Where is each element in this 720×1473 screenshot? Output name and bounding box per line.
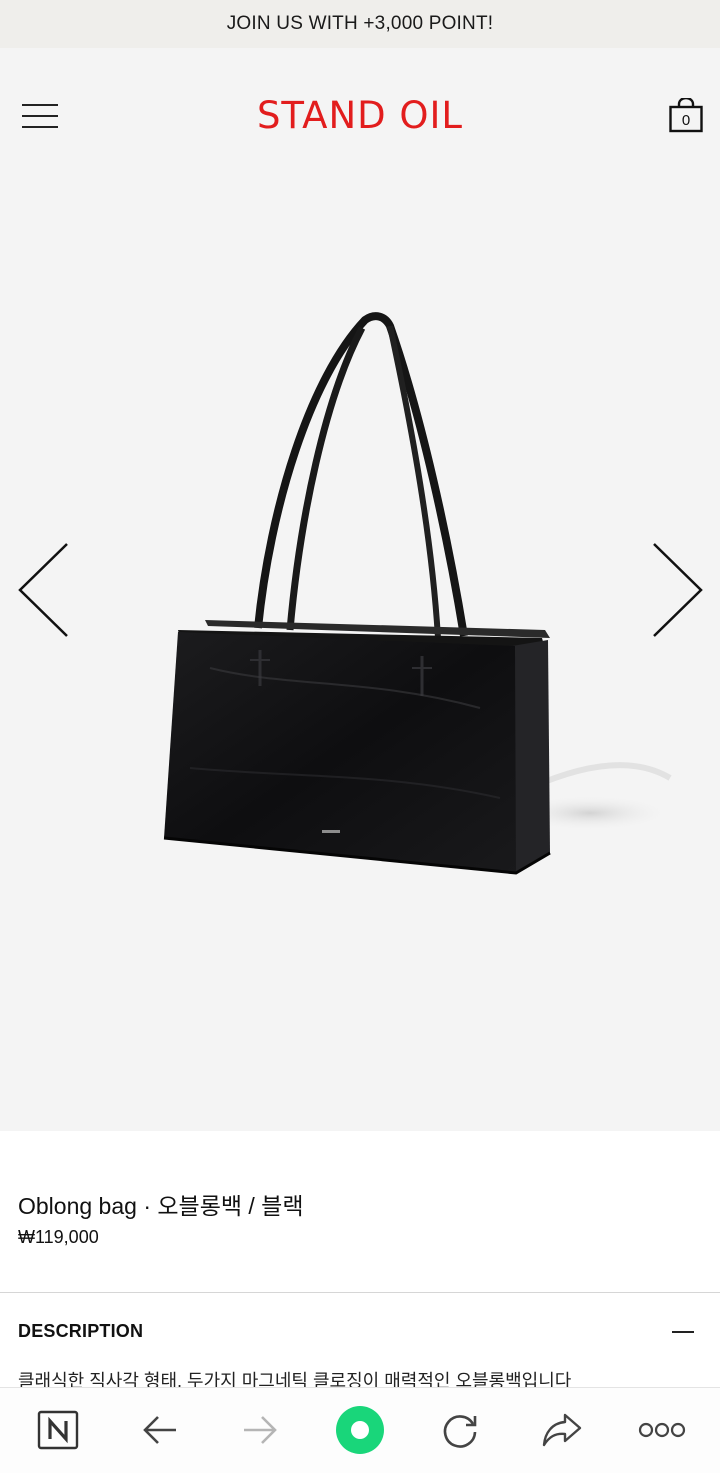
brand-logo[interactable]: STAND OIL xyxy=(0,94,720,137)
site-header: STAND OIL 0 xyxy=(0,48,720,188)
browser-toolbar xyxy=(0,1387,720,1473)
product-gallery[interactable] xyxy=(0,188,720,1131)
chevron-right-icon[interactable] xyxy=(648,540,708,644)
cart-button[interactable]: 0 xyxy=(668,96,704,134)
promo-banner[interactable]: JOIN US WITH +3,000 POINT! xyxy=(0,0,720,48)
description-section[interactable]: DESCRIPTION 클래식한 직사각 형태, 두가지 마그네틱 클로징이 매… xyxy=(0,1293,720,1387)
chevron-left-icon[interactable] xyxy=(12,540,72,644)
promo-text: JOIN US WITH +3,000 POINT! xyxy=(226,13,494,34)
product-info: Oblong bag · 오블롱백 / 블랙 ₩119,000 xyxy=(0,1131,720,1293)
back-arrow-icon[interactable] xyxy=(136,1408,184,1452)
forward-arrow-icon[interactable] xyxy=(236,1408,284,1452)
naver-home-icon[interactable] xyxy=(34,1408,82,1452)
description-text: 클래식한 직사각 형태, 두가지 마그네틱 클로징이 매력적인 오블롱백입니다 xyxy=(18,1371,572,1387)
refresh-icon[interactable] xyxy=(436,1408,484,1452)
product-price: ₩119,000 xyxy=(18,1227,99,1247)
green-dot-icon[interactable] xyxy=(334,1404,386,1456)
product-image[interactable] xyxy=(150,308,680,888)
share-icon[interactable] xyxy=(538,1408,586,1452)
cart-count: 0 xyxy=(681,112,691,129)
more-icon[interactable] xyxy=(636,1408,688,1452)
description-title[interactable]: DESCRIPTION xyxy=(18,1321,143,1342)
minus-icon[interactable] xyxy=(672,1331,694,1333)
product-name: Oblong bag · 오블롱백 / 블랙 xyxy=(18,1193,304,1219)
